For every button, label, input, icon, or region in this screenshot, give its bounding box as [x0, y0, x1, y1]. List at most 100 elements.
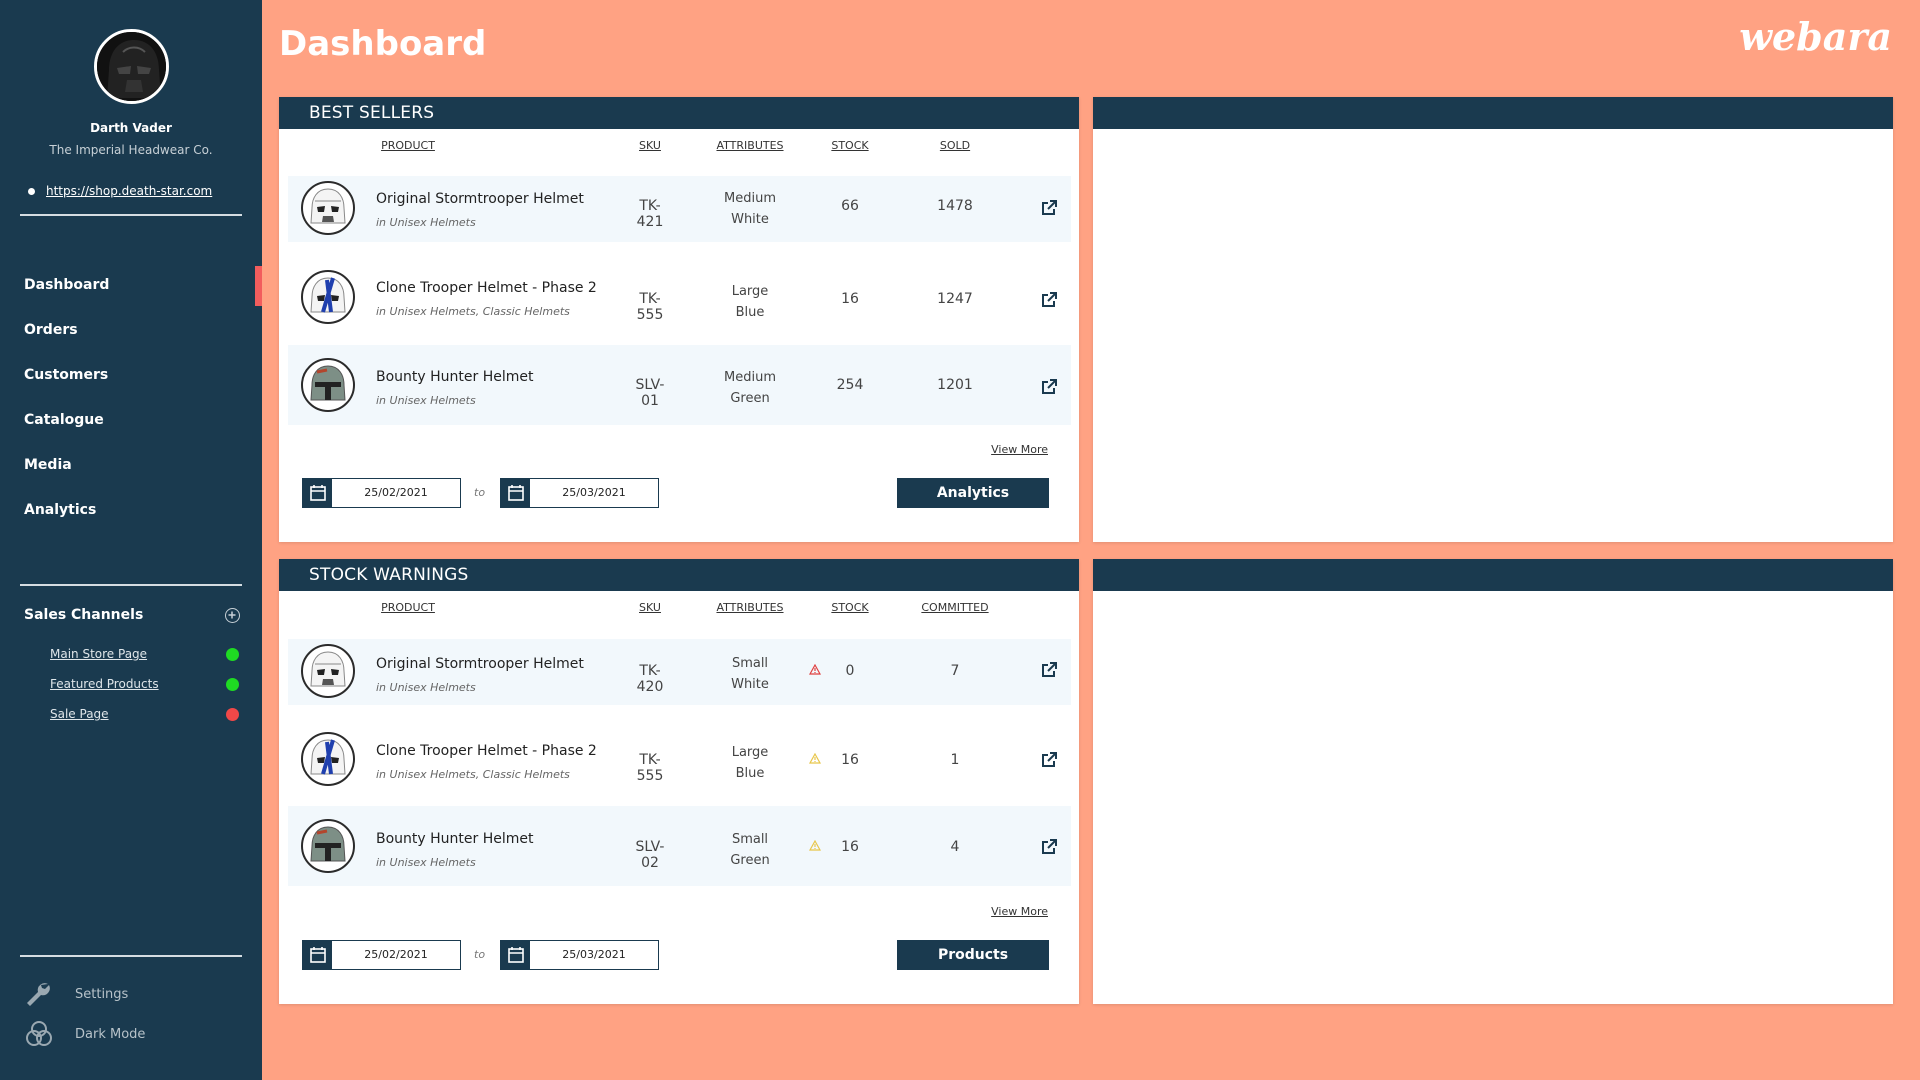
table-row[interactable]: Original Stormtrooper Helmet in Unisex H…	[288, 176, 1071, 242]
user-name: Darth Vader	[90, 121, 172, 135]
calendar-icon[interactable]	[501, 941, 530, 969]
date-range-separator: to	[474, 486, 486, 499]
date-from-value: 25/02/2021	[364, 948, 428, 961]
attribute-size: Small	[731, 656, 769, 671]
sold-cell: 1478	[937, 198, 973, 214]
column-header-sku[interactable]: SKU	[630, 601, 670, 614]
clone-trooper-helmet-thumbnail	[301, 732, 355, 786]
date-from-field[interactable]: 25/02/2021	[302, 940, 461, 970]
calendar-icon[interactable]	[303, 941, 332, 969]
shop-url-link[interactable]: https://shop.death-star.com	[28, 184, 212, 198]
sku-cell: SLV-02	[635, 839, 665, 871]
channel-featured-products[interactable]: Featured Products	[50, 677, 159, 691]
product-name[interactable]: Original Stormtrooper Helmet	[376, 656, 584, 672]
view-more-link[interactable]: View More	[991, 443, 1048, 456]
table-row[interactable]: Bounty Hunter Helmet in Unisex Helmets S…	[288, 345, 1071, 425]
active-nav-marker	[255, 266, 262, 306]
panel-header: BEST SELLERS	[279, 97, 1079, 129]
date-to-field[interactable]: 25/03/2021	[500, 940, 659, 970]
table-row[interactable]: Clone Trooper Helmet - Phase 2 in Unisex…	[288, 265, 1071, 331]
attribute-color: Green	[730, 853, 770, 868]
company-name: The Imperial Headwear Co.	[49, 143, 213, 157]
column-header-stock[interactable]: STOCK	[820, 601, 880, 614]
stock-cell: 0	[845, 663, 855, 679]
calendar-icon[interactable]	[303, 479, 332, 507]
panel-header	[1093, 97, 1893, 129]
nav-item-orders[interactable]: Orders	[24, 322, 78, 338]
external-link-icon[interactable]	[1040, 291, 1058, 309]
column-header-attributes[interactable]: ATTRIBUTES	[710, 139, 790, 152]
nav-item-customers[interactable]: Customers	[24, 367, 108, 383]
column-header-sku[interactable]: SKU	[630, 139, 670, 152]
stormtrooper-helmet-thumbnail	[301, 181, 355, 235]
external-link-icon[interactable]	[1040, 838, 1058, 856]
committed-cell: 7	[950, 663, 960, 679]
add-channel-icon[interactable]	[225, 608, 240, 623]
external-link-icon[interactable]	[1040, 751, 1058, 769]
wrench-icon[interactable]	[24, 980, 52, 1012]
date-range-separator: to	[474, 948, 486, 961]
panel-header: STOCK WARNINGS	[279, 559, 1079, 591]
product-name[interactable]: Clone Trooper Helmet - Phase 2	[376, 280, 597, 296]
channel-main-store-page[interactable]: Main Store Page	[50, 647, 147, 661]
attribute-size: Medium	[724, 370, 776, 385]
empty-panel-bottom	[1093, 559, 1893, 1004]
sold-cell: 1201	[937, 377, 973, 393]
product-name[interactable]: Bounty Hunter Helmet	[376, 831, 534, 847]
empty-panel-top	[1093, 97, 1893, 542]
clone-trooper-helmet-thumbnail	[301, 270, 355, 324]
column-header-attributes[interactable]: ATTRIBUTES	[710, 601, 790, 614]
products-button[interactable]: Products	[897, 940, 1049, 970]
date-to-value: 25/03/2021	[562, 948, 626, 961]
sku-cell: TK-555	[636, 752, 664, 784]
external-link-icon[interactable]	[1040, 661, 1058, 679]
sidebar-divider	[20, 584, 242, 586]
sidebar-divider	[20, 214, 242, 216]
calendar-icon[interactable]	[501, 479, 530, 507]
table-row[interactable]: Original Stormtrooper Helmet in Unisex H…	[288, 639, 1071, 705]
external-link-icon[interactable]	[1040, 199, 1058, 217]
column-header-product[interactable]: PRODUCT	[378, 139, 438, 152]
sku-cell: TK-420	[636, 663, 664, 695]
column-header-committed[interactable]: COMMITTED	[905, 601, 1005, 614]
date-from-field[interactable]: 25/02/2021	[302, 478, 461, 508]
shop-url-label: https://shop.death-star.com	[46, 184, 213, 198]
bounty-hunter-helmet-thumbnail	[301, 358, 355, 412]
attribute-size: Large	[731, 745, 769, 760]
analytics-button[interactable]: Analytics	[897, 478, 1049, 508]
settings-link[interactable]: Settings	[75, 987, 128, 1002]
nav-item-dashboard[interactable]: Dashboard	[24, 277, 109, 293]
nav-item-analytics[interactable]: Analytics	[24, 502, 96, 518]
product-name[interactable]: Bounty Hunter Helmet	[376, 369, 534, 385]
attribute-size: Medium	[724, 191, 776, 206]
sales-channels-title: Sales Channels	[24, 607, 144, 623]
dark-mode-toggle[interactable]: Dark Mode	[75, 1027, 145, 1042]
user-avatar[interactable]	[94, 29, 169, 104]
date-to-field[interactable]: 25/03/2021	[500, 478, 659, 508]
bounty-hunter-helmet-thumbnail	[301, 819, 355, 873]
panel-header	[1093, 559, 1893, 591]
product-category: in Unisex Helmets	[376, 856, 476, 869]
channel-sale-page[interactable]: Sale Page	[50, 707, 109, 721]
external-link-icon[interactable]	[1040, 378, 1058, 396]
column-header-product[interactable]: PRODUCT	[378, 601, 438, 614]
dark-mode-icon[interactable]	[24, 1020, 54, 1052]
nav-item-catalogue[interactable]: Catalogue	[24, 412, 104, 428]
best-sellers-panel: BEST SELLERS PRODUCT SKU ATTRIBUTES STOC…	[279, 97, 1079, 542]
product-name[interactable]: Original Stormtrooper Helmet	[376, 191, 584, 207]
product-name[interactable]: Clone Trooper Helmet - Phase 2	[376, 743, 597, 759]
stock-cell: 16	[841, 291, 859, 307]
column-header-sold[interactable]: SOLD	[915, 139, 995, 152]
product-category: in Unisex Helmets	[376, 681, 476, 694]
channel-status-dot	[226, 708, 239, 721]
channel-status-dot	[226, 648, 239, 661]
nav-item-media[interactable]: Media	[24, 457, 72, 473]
sidebar-divider	[20, 955, 242, 957]
table-row[interactable]: Bounty Hunter Helmet in Unisex Helmets S…	[288, 806, 1071, 886]
sku-cell: SLV-01	[635, 377, 665, 409]
view-more-link[interactable]: View More	[991, 905, 1048, 918]
column-header-stock[interactable]: STOCK	[820, 139, 880, 152]
table-row[interactable]: Clone Trooper Helmet - Phase 2 in Unisex…	[288, 727, 1071, 793]
attribute-color: Blue	[735, 766, 765, 781]
stock-cell: 66	[841, 198, 859, 214]
